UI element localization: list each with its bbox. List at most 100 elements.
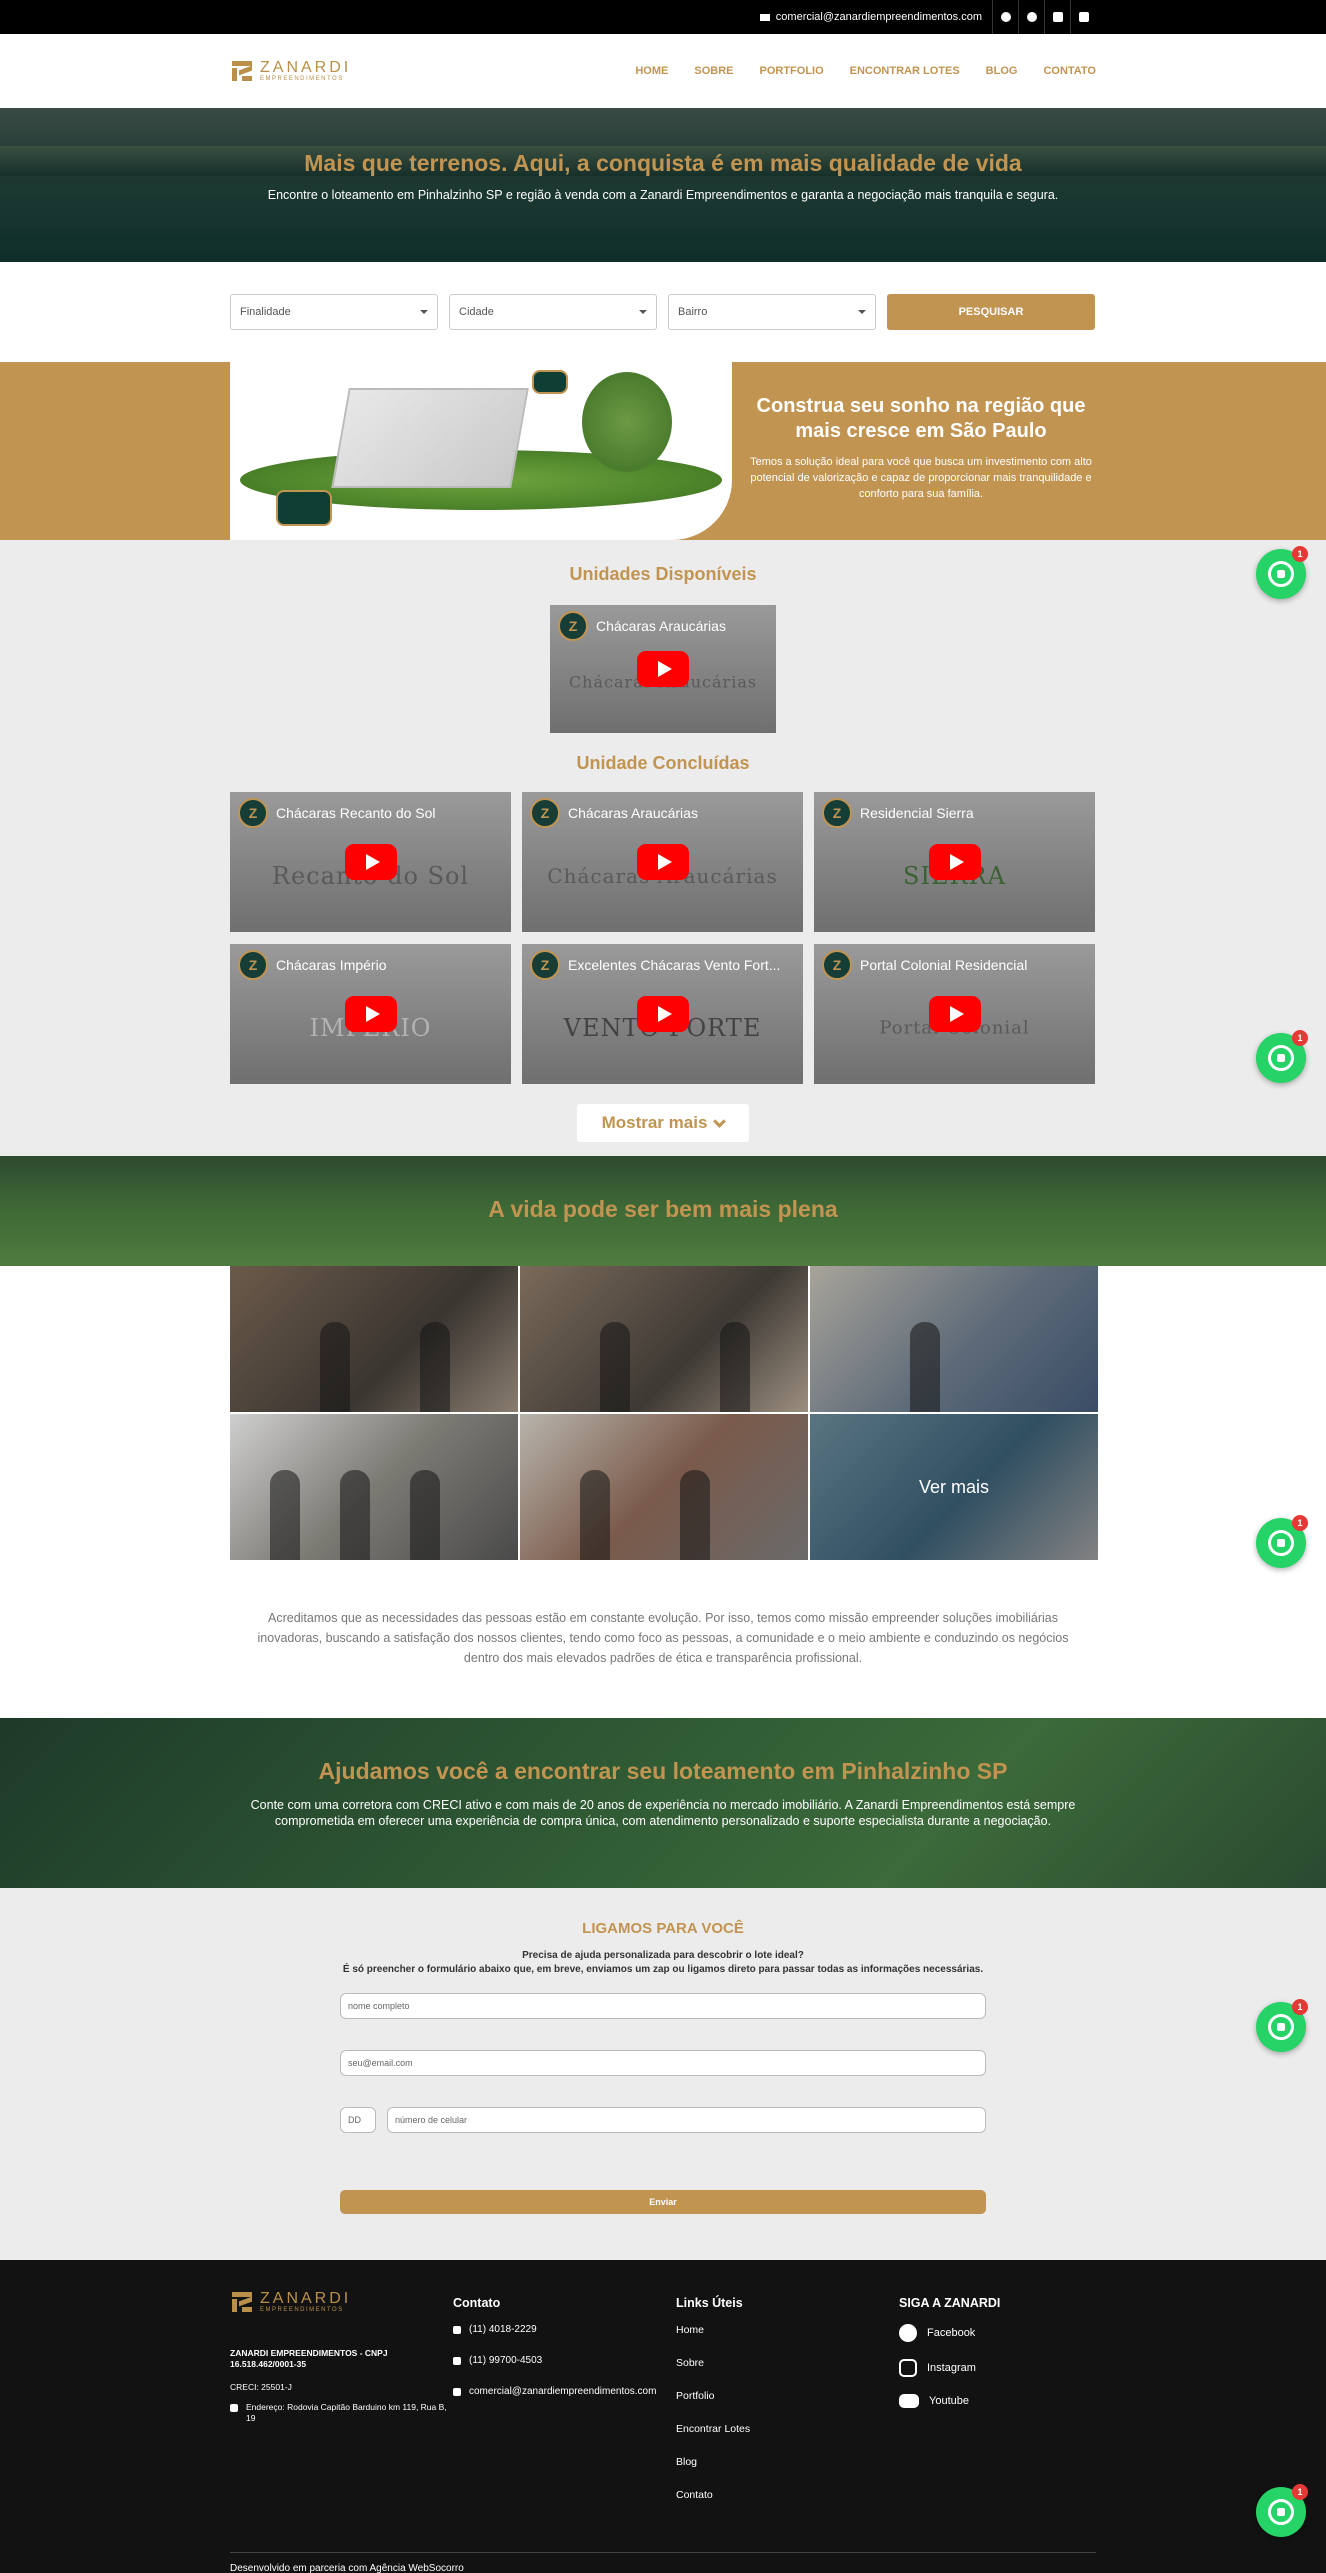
channel-avatar: Z — [530, 950, 560, 980]
whatsapp-button[interactable]: 1 — [1256, 1999, 1308, 2052]
play-icon[interactable] — [928, 844, 981, 880]
video-card[interactable]: Chácaras Araucárias Z Chácaras Araucárias — [522, 792, 803, 932]
search-button[interactable]: PESQUISAR — [887, 294, 1095, 330]
video-title: Excelentes Chácaras Vento Fort... — [568, 957, 781, 973]
chevron-down-icon — [420, 310, 428, 314]
see-more-label[interactable]: Ver mais — [810, 1414, 1098, 1560]
nav-sobre[interactable]: SOBRE — [694, 65, 733, 77]
instagram-icon[interactable] — [1018, 0, 1044, 34]
help-text: Conte com uma corretora com CRECI ativo … — [250, 1798, 1076, 1829]
completed-videos: Recanto do Sol Z Chácaras Recanto do Sol … — [230, 792, 1096, 1084]
name-field[interactable]: nome completo — [340, 1993, 986, 2019]
channel-avatar: Z — [238, 950, 268, 980]
bairro-select[interactable]: Bairro — [668, 294, 876, 330]
logo-mark-icon — [230, 59, 254, 83]
linkedin-icon[interactable] — [1070, 0, 1096, 34]
footer-link-portfolio[interactable]: Portfolio — [676, 2390, 899, 2402]
mission-text: Acreditamos que as necessidades das pess… — [257, 1611, 1069, 1665]
facebook-icon[interactable] — [992, 0, 1018, 34]
address-info: Endereço: Rodovia Capitão Barduino km 11… — [230, 2402, 453, 2424]
footer-facebook[interactable]: Facebook — [899, 2324, 1096, 2342]
channel-avatar: Z — [822, 950, 852, 980]
nav-blog[interactable]: BLOG — [986, 65, 1018, 77]
footer-link-home[interactable]: Home — [676, 2324, 899, 2336]
whatsapp-icon — [1268, 2499, 1294, 2525]
life-banner: A vida pode ser bem mais plena — [0, 1156, 1326, 1266]
channel-avatar: Z — [530, 798, 560, 828]
play-icon[interactable] — [344, 844, 397, 880]
play-icon[interactable] — [636, 844, 689, 880]
nav-portfolio[interactable]: PORTFOLIO — [759, 65, 823, 77]
hero-banner: Mais que terrenos. Aqui, a conquista é e… — [0, 108, 1326, 262]
phone-2[interactable]: (11) 99700-4503 — [453, 2355, 676, 2366]
video-card[interactable]: IMPERIO ZChácaras Império — [230, 944, 511, 1084]
video-card[interactable]: Portal Colonial Z Portal Colonial Residen… — [814, 944, 1095, 1084]
footer-link-blog[interactable]: Blog — [676, 2456, 899, 2468]
nav-contato[interactable]: CONTATO — [1043, 65, 1096, 77]
gallery-photo[interactable] — [520, 1414, 808, 1560]
gallery-photo[interactable] — [230, 1266, 518, 1412]
mail-icon — [759, 13, 770, 21]
play-icon[interactable] — [637, 651, 689, 687]
whatsapp-button[interactable]: 1 — [1256, 1030, 1308, 1083]
play-icon[interactable] — [636, 996, 689, 1032]
whatsapp-button[interactable]: 1 — [1256, 1515, 1308, 1568]
ddd-field[interactable]: DD — [340, 2107, 376, 2133]
form-title: LIGAMOS PARA VOCÊ — [582, 1920, 744, 1937]
site-header: ZANARDI EMPREENDIMENTOS HOME SOBRE PORTF… — [0, 34, 1326, 108]
video-card[interactable]: VENTO FORTE Z Excelentes Chácaras Vento F… — [522, 944, 803, 1084]
creci-info: CRECI: 25501-J — [230, 2382, 292, 2393]
video-card[interactable]: Recanto do Sol Z Chácaras Recanto do Sol — [230, 792, 511, 932]
phone-1[interactable]: (11) 4018-2229 — [453, 2324, 676, 2335]
footer-link-sobre[interactable]: Sobre — [676, 2357, 899, 2369]
top-email[interactable]: comercial@zanardiempreendimentos.com — [759, 11, 992, 23]
whatsapp-button[interactable]: 1 — [1256, 2484, 1308, 2537]
promo-section: Construa seu sonho na região que mais cr… — [0, 362, 1326, 540]
email-field[interactable]: seu@email.com — [340, 2050, 986, 2076]
channel-avatar: Z — [238, 798, 268, 828]
logo[interactable]: ZANARDI EMPREENDIMENTOS — [230, 59, 351, 83]
logo-name: ZANARDI — [260, 59, 352, 76]
nav-home[interactable]: HOME — [635, 65, 668, 77]
video-title: Chácaras Araucárias — [568, 805, 698, 821]
footer-link-encontrar-lotes[interactable]: Encontrar Lotes — [676, 2423, 899, 2435]
company-info: ZANARDI EMPREENDIMENTOS - CNPJ 16.518.46… — [230, 2348, 388, 2370]
mail-icon — [453, 2388, 461, 2396]
footer-youtube[interactable]: Youtube — [899, 2394, 1096, 2408]
gallery-photo-more[interactable]: Ver mais — [810, 1414, 1098, 1560]
chevron-down-icon — [858, 310, 866, 314]
youtube-icon[interactable] — [1044, 0, 1070, 34]
footer-instagram[interactable]: Instagram — [899, 2359, 1096, 2377]
footer-links: Links Úteis Home Sobre Portfolio Encontr… — [676, 2290, 899, 2522]
footer-email[interactable]: comercial@zanardiempreendimentos.com — [453, 2386, 676, 2397]
phone-field[interactable]: número de celular — [387, 2107, 986, 2133]
channel-avatar: Z — [558, 611, 588, 641]
photo-gallery: Ver mais — [0, 1266, 1326, 1560]
gallery-photo[interactable] — [810, 1266, 1098, 1412]
callback-form: LIGAMOS PARA VOCÊ Precisa de ajuda perso… — [0, 1888, 1326, 2260]
chevron-down-icon — [713, 1114, 727, 1128]
finalidade-select[interactable]: Finalidade — [230, 294, 438, 330]
footer-logo[interactable]: ZANARDI EMPREENDIMENTOS — [230, 2290, 453, 2314]
whatsapp-button[interactable]: 1 — [1256, 546, 1308, 599]
video-card[interactable]: SIERRA ZResidencial Sierra — [814, 792, 1095, 932]
whatsapp-icon — [1268, 2014, 1294, 2040]
hero-subtitle: Encontre o loteamento em Pinhalzinho SP … — [267, 188, 1059, 202]
nav-encontrar-lotes[interactable]: ENCONTRAR LOTES — [850, 65, 960, 77]
gallery-photo[interactable] — [520, 1266, 808, 1412]
show-more-button[interactable]: Mostrar mais — [577, 1104, 749, 1142]
featured-video[interactable]: Chácaras Araucárias Z Chácaras Araucárias — [550, 605, 776, 733]
play-icon[interactable] — [344, 996, 397, 1032]
video-title: Chácaras Araucárias — [596, 618, 726, 634]
links-title: Links Úteis — [676, 2296, 743, 2310]
contact-title: Contato — [453, 2296, 501, 2310]
whatsapp-icon — [1268, 1045, 1294, 1071]
play-icon[interactable] — [928, 996, 981, 1032]
facebook-icon — [899, 2324, 917, 2342]
footer-link-contato[interactable]: Contato — [676, 2489, 899, 2501]
form-line1: Precisa de ajuda personalizada para desc… — [522, 1950, 804, 1961]
gallery-photo[interactable] — [230, 1414, 518, 1560]
notification-badge: 1 — [1292, 546, 1308, 562]
submit-button[interactable]: Enviar — [340, 2190, 986, 2214]
cidade-select[interactable]: Cidade — [449, 294, 657, 330]
